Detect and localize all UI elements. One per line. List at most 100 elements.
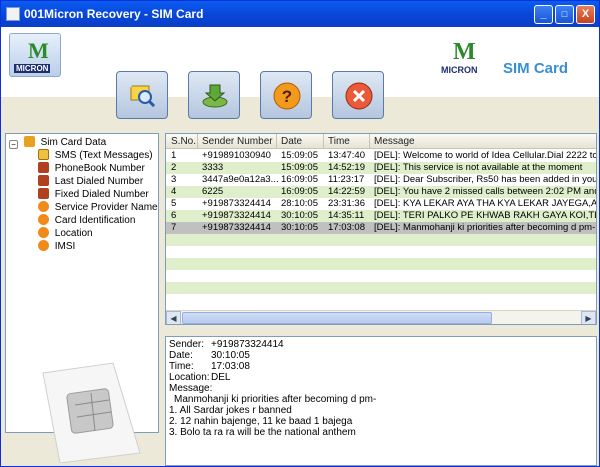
app-icon [6, 7, 20, 21]
product-title: SIM Card [503, 60, 569, 77]
table-cell: +919873324414 [202, 198, 271, 209]
scroll-left-icon[interactable]: ◀ [166, 311, 181, 324]
save-button[interactable] [188, 71, 240, 119]
date-value: 30:10:05 [211, 350, 250, 361]
table-row[interactable]: 2 3333 15:09:05 14:52:19 [DEL]: This service… [166, 162, 596, 174]
table-row[interactable] [166, 234, 596, 246]
close-button[interactable]: X [576, 5, 595, 24]
location-value: DEL [211, 372, 231, 383]
column-divider[interactable] [323, 134, 324, 149]
table-cell: 3 [171, 174, 177, 185]
messages-table[interactable]: S.No. Sender Number Date Time Message 1 +… [165, 133, 597, 325]
table-row[interactable]: 1 +919891030940 15:09:05 13:47:40 [DEL]: Wel… [166, 150, 596, 162]
table-cell: [DEL]: TERI PALKO PE KHWAB RAKH GAYA KOI… [374, 210, 596, 221]
exit-button[interactable] [332, 71, 384, 119]
logo-m-icon: M [453, 39, 476, 65]
tree-item-label: IMSI [54, 241, 76, 252]
location-label: Location: [169, 372, 210, 383]
time-value: 17:03:08 [211, 361, 250, 372]
tree-root[interactable]: − Sim Card Data [9, 136, 106, 149]
table-cell: 16:09:05 [281, 186, 318, 197]
horizontal-scrollbar[interactable]: ◀ ▶ [166, 310, 596, 324]
table-cell: 23:31:36 [328, 198, 365, 209]
table-cell: 5 [171, 198, 177, 209]
tree-item-card-identification[interactable]: Card Identification [38, 214, 135, 227]
app-window: 001Micron Recovery - SIM Card _ □ X M MI… [0, 0, 600, 467]
info-icon [38, 240, 49, 251]
info-icon [38, 227, 49, 238]
tree-item-last-dialed[interactable]: Last Dialed Number [38, 175, 143, 188]
table-cell: 17:03:08 [328, 222, 365, 233]
table-row[interactable] [166, 294, 596, 306]
table-row[interactable] [166, 270, 596, 282]
phonebook-icon [38, 162, 49, 173]
column-header-time[interactable]: Time [328, 136, 350, 147]
tree-item-phonebook[interactable]: PhoneBook Number [38, 162, 145, 175]
tree-item-imsi[interactable]: IMSI [38, 240, 75, 253]
scroll-right-icon[interactable]: ▶ [581, 311, 596, 324]
column-header-date[interactable]: Date [281, 136, 302, 147]
tree-item-label: PhoneBook Number [54, 163, 145, 174]
tree-item-fixed-dialed[interactable]: Fixed Dialed Number [38, 188, 149, 201]
table-cell: 6225 [202, 186, 224, 197]
column-header-message[interactable]: Message [374, 136, 415, 147]
table-cell: 30:10:05 [281, 210, 318, 221]
tree-item-label: Last Dialed Number [54, 176, 144, 187]
table-row[interactable]: 4 6225 16:09:05 14:22:59 [DEL]: You have 2 m… [166, 186, 596, 198]
logo-text: MICRON [14, 64, 51, 73]
message-detail-panel[interactable]: Sender: +919873324414 Date: 30:10:05 Tim… [165, 336, 597, 466]
table-cell: 13:47:40 [328, 150, 365, 161]
table-cell: +919873324414 [202, 210, 271, 221]
envelope-icon [38, 149, 49, 160]
table-row[interactable]: 6 +919873324414 30:10:05 14:35:11 [DEL]: TER… [166, 210, 596, 222]
logo-text: MICRON [441, 65, 478, 75]
maximize-button[interactable]: □ [555, 5, 574, 24]
tree-item-label: Location [54, 228, 93, 239]
table-cell: 3333 [202, 162, 224, 173]
tree-item-location[interactable]: Location [38, 227, 93, 240]
column-divider[interactable] [276, 134, 277, 149]
content-area: − Sim Card Data SMS (Text Messages) Phon… [1, 123, 599, 466]
column-divider[interactable] [369, 134, 370, 149]
logo-m-icon: M [28, 38, 49, 63]
exit-icon [345, 82, 373, 110]
column-divider[interactable] [197, 134, 198, 149]
table-row[interactable]: 7 +919873324414 30:10:05 17:03:08 [DEL]: Man… [166, 222, 596, 234]
logo-right: M MICRON [441, 39, 493, 79]
table-cell: +919873324414 [202, 222, 271, 233]
column-header-sno[interactable]: S.No. [171, 136, 196, 147]
tree-item-label: Service Provider Name [54, 202, 158, 213]
phonebook-icon [38, 188, 49, 199]
tree-item-service-provider[interactable]: Service Provider Name [38, 201, 158, 214]
message-line: 2. 12 nahin bajenge, 11 ke baad 1 bajega [169, 416, 353, 427]
table-row[interactable]: 5 +919873324414 28:10:05 23:31:36 [DEL]: KYA… [166, 198, 596, 210]
tree-item-label: Card Identification [54, 215, 136, 226]
tree-item-label: SMS (Text Messages) [54, 150, 153, 161]
search-button[interactable] [116, 71, 168, 119]
minimize-button[interactable]: _ [534, 5, 553, 24]
table-cell: 3447a9e0a12a3... [202, 174, 279, 185]
column-header-sender[interactable]: Sender Number [202, 136, 273, 147]
table-row[interactable] [166, 246, 596, 258]
phonebook-icon [38, 175, 49, 186]
table-cell: 7 [171, 222, 177, 233]
table-row[interactable] [166, 258, 596, 270]
table-row[interactable] [166, 282, 596, 294]
table-cell: [DEL]: This service is not available at … [374, 162, 583, 173]
svg-text:?: ? [282, 87, 292, 106]
table-cell: +919891030940 [202, 150, 271, 161]
tree-item-sms[interactable]: SMS (Text Messages) [38, 149, 153, 162]
title-bar[interactable]: 001Micron Recovery - SIM Card _ □ X [1, 1, 599, 27]
table-cell: [DEL]: Manmohanji ki priorities after be… [374, 222, 596, 233]
help-button[interactable]: ? [260, 71, 312, 119]
save-icon [202, 84, 228, 108]
scroll-thumb[interactable] [182, 312, 492, 324]
message-label: Message: [169, 383, 213, 394]
table-row[interactable]: 3 3447a9e0a12a3... 16:09:05 11:23:17 [DEL]: … [166, 174, 597, 186]
table-cell: [DEL]: Dear Subscriber, Rs50 has been ad… [374, 174, 597, 185]
table-cell: 14:35:11 [328, 210, 365, 221]
sender-label: Sender: [169, 339, 205, 350]
collapse-icon[interactable]: − [9, 140, 18, 149]
sim-folder-icon [23, 136, 35, 147]
search-icon [130, 85, 157, 109]
